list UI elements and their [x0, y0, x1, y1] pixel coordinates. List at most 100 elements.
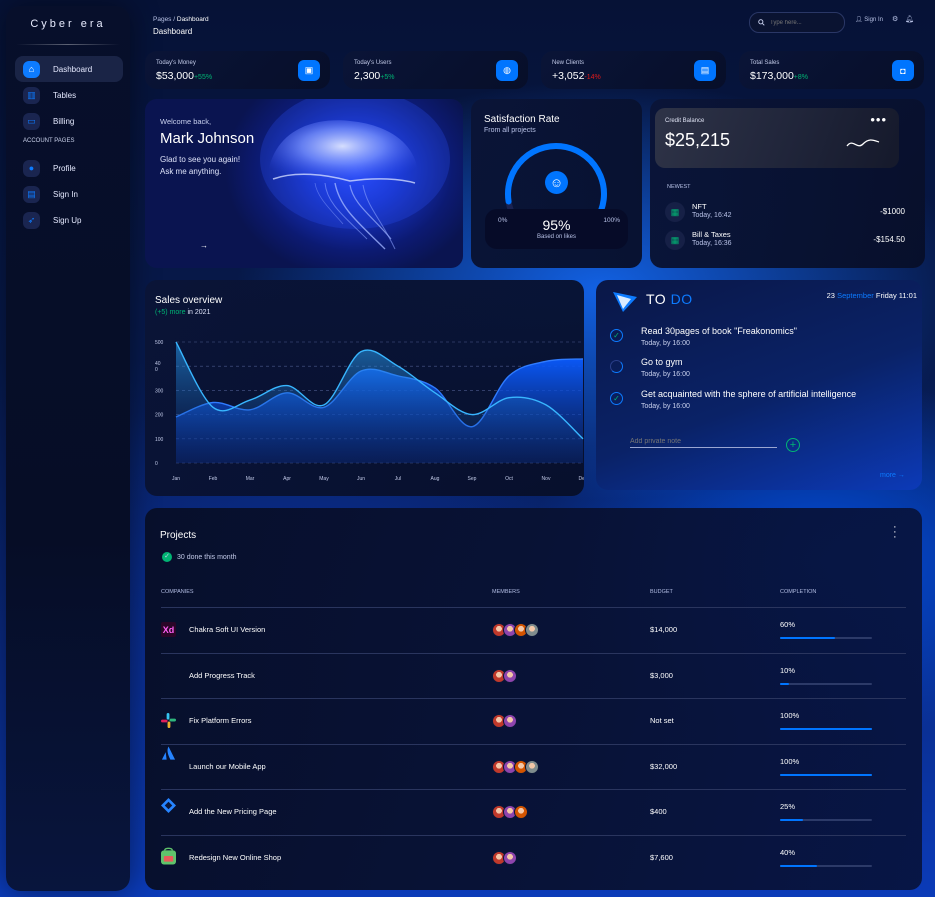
transaction-item[interactable]: ▦ Bill & Taxes Today, 16:36 -$154.50: [665, 230, 915, 254]
bank-icon: ▦: [665, 202, 685, 222]
brand-logo[interactable]: Cyber era: [6, 18, 130, 30]
project-completion: 25%: [780, 802, 796, 811]
more-vertical-icon[interactable]: · · ·: [893, 522, 901, 543]
project-name: Fix Platform Errors: [189, 716, 252, 725]
gauge-max-label: 100%: [603, 217, 620, 224]
projects-card: Projects ✓ 30 done this month · · · COMPANI…: [145, 508, 922, 890]
y-tick-label: 40 0: [155, 361, 161, 373]
x-tick-label: Oct: [505, 476, 513, 482]
stat-value: $173,000+8%: [750, 70, 809, 82]
task-title: Get acquainted with the sphere of artifi…: [641, 389, 857, 399]
stat-change: +5%: [380, 74, 395, 81]
breadcrumb-root[interactable]: Pages: [153, 16, 171, 23]
checkbox-checked-icon[interactable]: ✓: [610, 329, 623, 342]
more-link[interactable]: more →: [880, 472, 905, 479]
person-icon: 👤︎: [855, 17, 863, 23]
sidebar-section-account-pages: ACCOUNT PAGES: [23, 138, 75, 144]
member-avatar[interactable]: [525, 760, 539, 774]
private-note-input[interactable]: [630, 438, 770, 445]
project-name: Redesign New Online Shop: [189, 853, 282, 862]
member-avatar[interactable]: [514, 805, 528, 819]
sidebar-item-tables[interactable]: ▥ Tables: [15, 82, 123, 108]
y-tick-label: 200: [155, 413, 164, 419]
stat-value: $53,000+55%: [156, 70, 213, 82]
progress-bar: [780, 774, 872, 776]
stat-label: Today's Money: [156, 60, 196, 66]
rocket-icon: ➶: [23, 211, 40, 229]
x-tick-label: Nov: [542, 476, 551, 482]
table-row[interactable]: Add Progress Track $3,000 10%: [161, 653, 906, 698]
progress-bar: [780, 728, 872, 730]
table-row[interactable]: Launch our Mobile App $32,000 100%: [161, 744, 906, 789]
x-tick-label: Jan: [172, 476, 180, 482]
project-name: Chakra Soft UI Version: [189, 625, 266, 634]
credit-balance-value: $25,215: [665, 130, 731, 150]
project-completion: 10%: [780, 666, 796, 675]
member-avatar[interactable]: [503, 851, 517, 865]
member-avatar[interactable]: [503, 669, 517, 683]
sidebar-item-profile[interactable]: ● Profile: [15, 155, 123, 181]
project-name: Add Progress Track: [189, 671, 255, 680]
arrow-right-icon[interactable]: →: [200, 241, 208, 250]
person-icon: ●: [23, 159, 40, 177]
check-circle-icon: ✓: [162, 552, 172, 562]
welcome-message-line: Glad to see you again!: [160, 155, 241, 164]
stat-card-users: Today's Users 2,300+5% ◍: [343, 51, 528, 89]
task-title: Read 30pages of book "Freakonomics": [641, 326, 797, 336]
todo-task[interactable]: ✓ Get acquainted with the sphere of arti…: [610, 389, 910, 415]
x-tick-label: Mar: [246, 476, 255, 482]
project-budget: $14,000: [650, 625, 678, 634]
x-tick-label: Sep: [468, 476, 477, 482]
stat-change: +8%: [793, 74, 809, 81]
stat-label: New Clients: [552, 60, 585, 66]
progress-bar: [780, 637, 872, 639]
projects-title: Projects: [160, 530, 197, 541]
sign-in-link[interactable]: 👤︎ Sign In: [855, 16, 883, 23]
document-icon: ▤: [23, 185, 40, 203]
sidebar-item-sign-up[interactable]: ➶ Sign Up: [15, 207, 123, 233]
table-row[interactable]: Xd Chakra Soft UI Version $14,000 60%: [161, 607, 906, 652]
private-note-field[interactable]: [630, 438, 777, 448]
checkbox-unchecked-icon[interactable]: [610, 360, 623, 373]
search-box[interactable]: [749, 12, 845, 33]
stat-label: Today's Users: [354, 60, 392, 66]
column-header: BUDGET: [650, 589, 673, 595]
page-title: Dashboard: [153, 27, 193, 36]
credit-card-visual: Credit Balance $25,215 •••: [655, 108, 899, 168]
credit-balance-card: Credit Balance $25,215 ••• NEWEST ▦ NFT …: [650, 99, 925, 268]
card-icon: ▭: [23, 112, 40, 130]
header: Pages / Dashboard Dashboard: [153, 16, 209, 36]
x-tick-label: Aug: [431, 476, 440, 482]
member-avatar[interactable]: [503, 714, 517, 728]
column-header: COMPLETION: [780, 589, 817, 595]
more-icon[interactable]: •••: [870, 112, 887, 127]
table-row[interactable]: Redesign New Online Shop $7,600 40%: [161, 835, 906, 880]
search-input[interactable]: [770, 19, 840, 26]
table-row[interactable]: Add the New Pricing Page $400 25%: [161, 789, 906, 834]
todo-task[interactable]: ✓ Read 30pages of book "Freakonomics" To…: [610, 326, 910, 352]
sidebar-item-billing[interactable]: ▭ Billing: [15, 108, 123, 134]
todo-task[interactable]: Go to gym Today, by 16:00: [610, 357, 910, 383]
blank-logo-icon: [161, 668, 176, 683]
progress-bar: [780, 683, 872, 685]
transaction-item[interactable]: ▦ NFT Today, 16:42 -$1000: [665, 202, 915, 226]
gear-icon[interactable]: ⚙: [892, 15, 898, 23]
shop-logo-icon: [161, 847, 176, 865]
checkbox-checked-icon[interactable]: ✓: [610, 392, 623, 405]
member-avatar[interactable]: [525, 623, 539, 637]
transaction-date: Today, 16:42: [692, 212, 732, 219]
sidebar-item-dashboard[interactable]: ⌂ Dashboard: [15, 56, 123, 82]
sidebar-item-sign-in[interactable]: ▤ Sign In: [15, 181, 123, 207]
project-completion: 100%: [780, 757, 800, 766]
sidebar-item-label: Tables: [53, 90, 77, 100]
transaction-amount: -$1000: [880, 207, 905, 216]
y-tick-label: 300: [155, 388, 164, 394]
bell-icon[interactable]: 🔔︎: [905, 15, 914, 23]
x-tick-label: May: [319, 476, 329, 482]
satisfaction-card: Satisfaction Rate From all projects ☺ 0%…: [471, 99, 642, 268]
column-header: MEMBERS: [492, 589, 520, 595]
breadcrumb: Pages / Dashboard: [153, 16, 209, 23]
add-icon[interactable]: +: [786, 438, 800, 452]
sidebar-item-label: Sign Up: [53, 215, 82, 225]
table-row[interactable]: Fix Platform Errors Not set 100%: [161, 698, 906, 743]
